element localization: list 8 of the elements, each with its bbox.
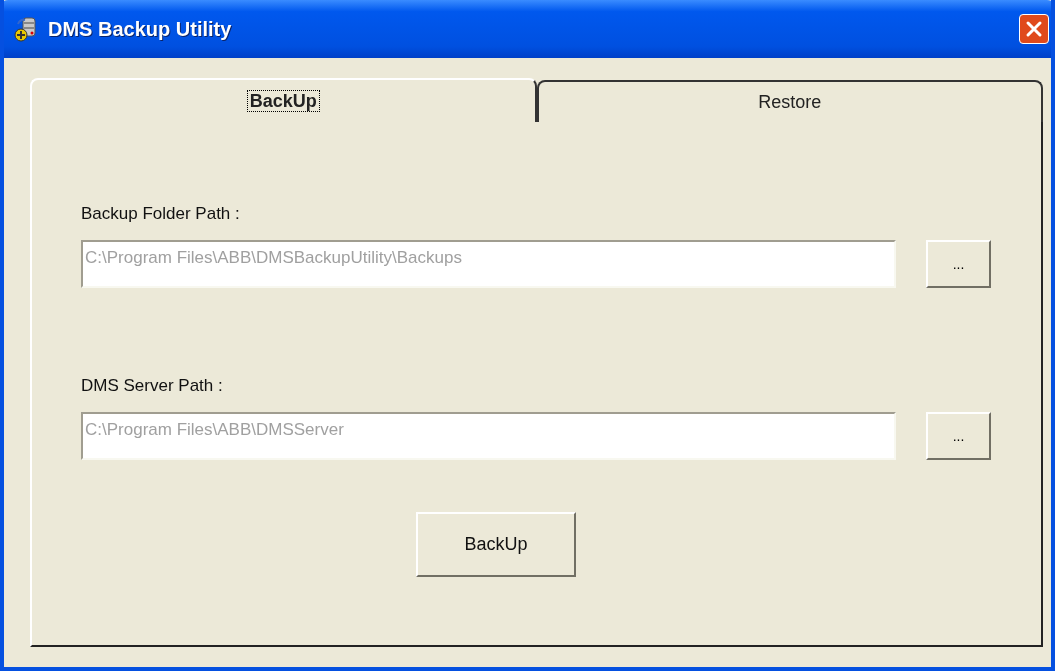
window-title: DMS Backup Utility	[48, 17, 233, 41]
tab[interactable]: Restore	[536, 80, 1043, 122]
backup-button[interactable]: BackUp	[416, 512, 576, 577]
tab[interactable]: BackUp	[30, 78, 537, 122]
close-button[interactable]	[1019, 14, 1049, 44]
field-label: DMS Server Path :	[81, 376, 224, 396]
field-label: Backup Folder Path :	[81, 204, 241, 224]
close-icon	[1024, 19, 1044, 39]
